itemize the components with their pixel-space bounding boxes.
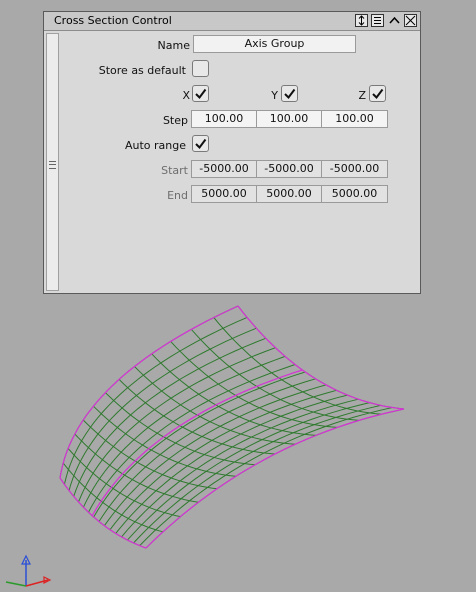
checkmark-icon	[284, 88, 296, 100]
surface-isoline	[139, 407, 393, 546]
surface-isoline	[145, 408, 405, 549]
cross-section-control-panel: Cross Section Control Name Axis Group St…	[43, 11, 421, 294]
surface-isoline	[62, 462, 164, 533]
panel-title: Cross Section Control	[54, 14, 172, 27]
end-y-field[interactable]: 5000.00	[256, 185, 322, 203]
grip-icon	[49, 161, 56, 169]
name-label: Name	[157, 39, 190, 52]
store-as-default-checkbox[interactable]	[192, 60, 209, 77]
start-x-field[interactable]: -5000.00	[191, 160, 257, 178]
x-axis-label: X	[182, 89, 190, 102]
collapse-icon[interactable]	[388, 14, 401, 27]
z-axis-label: Z	[358, 89, 366, 102]
surface-isoline	[127, 402, 370, 541]
end-z-field[interactable]: 5000.00	[321, 185, 388, 203]
x-axis-checkbox[interactable]	[192, 85, 209, 102]
panel-side-handle[interactable]	[46, 33, 59, 291]
close-icon[interactable]	[404, 14, 417, 27]
checkmark-icon	[195, 88, 207, 100]
name-field[interactable]: Axis Group	[193, 35, 356, 53]
surface-edge-top	[237, 305, 405, 410]
y-axis-label: Y	[271, 89, 278, 102]
surface-isoline	[237, 305, 405, 410]
step-x-field[interactable]: 100.00	[191, 110, 257, 128]
resize-icon[interactable]	[355, 14, 368, 27]
step-y-field[interactable]: 100.00	[256, 110, 322, 128]
store-as-default-label: Store as default	[98, 64, 186, 77]
panel-titlebar[interactable]: Cross Section Control	[44, 12, 420, 31]
y-axis-checkbox[interactable]	[281, 85, 298, 102]
auto-range-label: Auto range	[124, 139, 186, 152]
step-label: Step	[162, 114, 188, 127]
end-label: End	[167, 189, 188, 202]
checkmark-icon	[372, 88, 384, 100]
surface-isoline	[67, 448, 181, 518]
surface-isoline	[78, 347, 276, 503]
checkmark-icon	[195, 138, 207, 150]
step-z-field[interactable]: 100.00	[321, 110, 388, 128]
surface-isoline	[82, 419, 217, 490]
start-y-field[interactable]: -5000.00	[256, 160, 322, 178]
axis-triad-icon	[5, 554, 52, 587]
surface-isoline	[74, 433, 199, 503]
auto-range-checkbox[interactable]	[192, 135, 209, 152]
surface-edge-right	[145, 408, 405, 549]
start-z-field[interactable]: -5000.00	[321, 160, 388, 178]
start-label: Start	[161, 164, 188, 177]
z-axis-checkbox[interactable]	[369, 85, 386, 102]
menu-icon[interactable]	[371, 14, 384, 27]
end-x-field[interactable]: 5000.00	[191, 185, 257, 203]
